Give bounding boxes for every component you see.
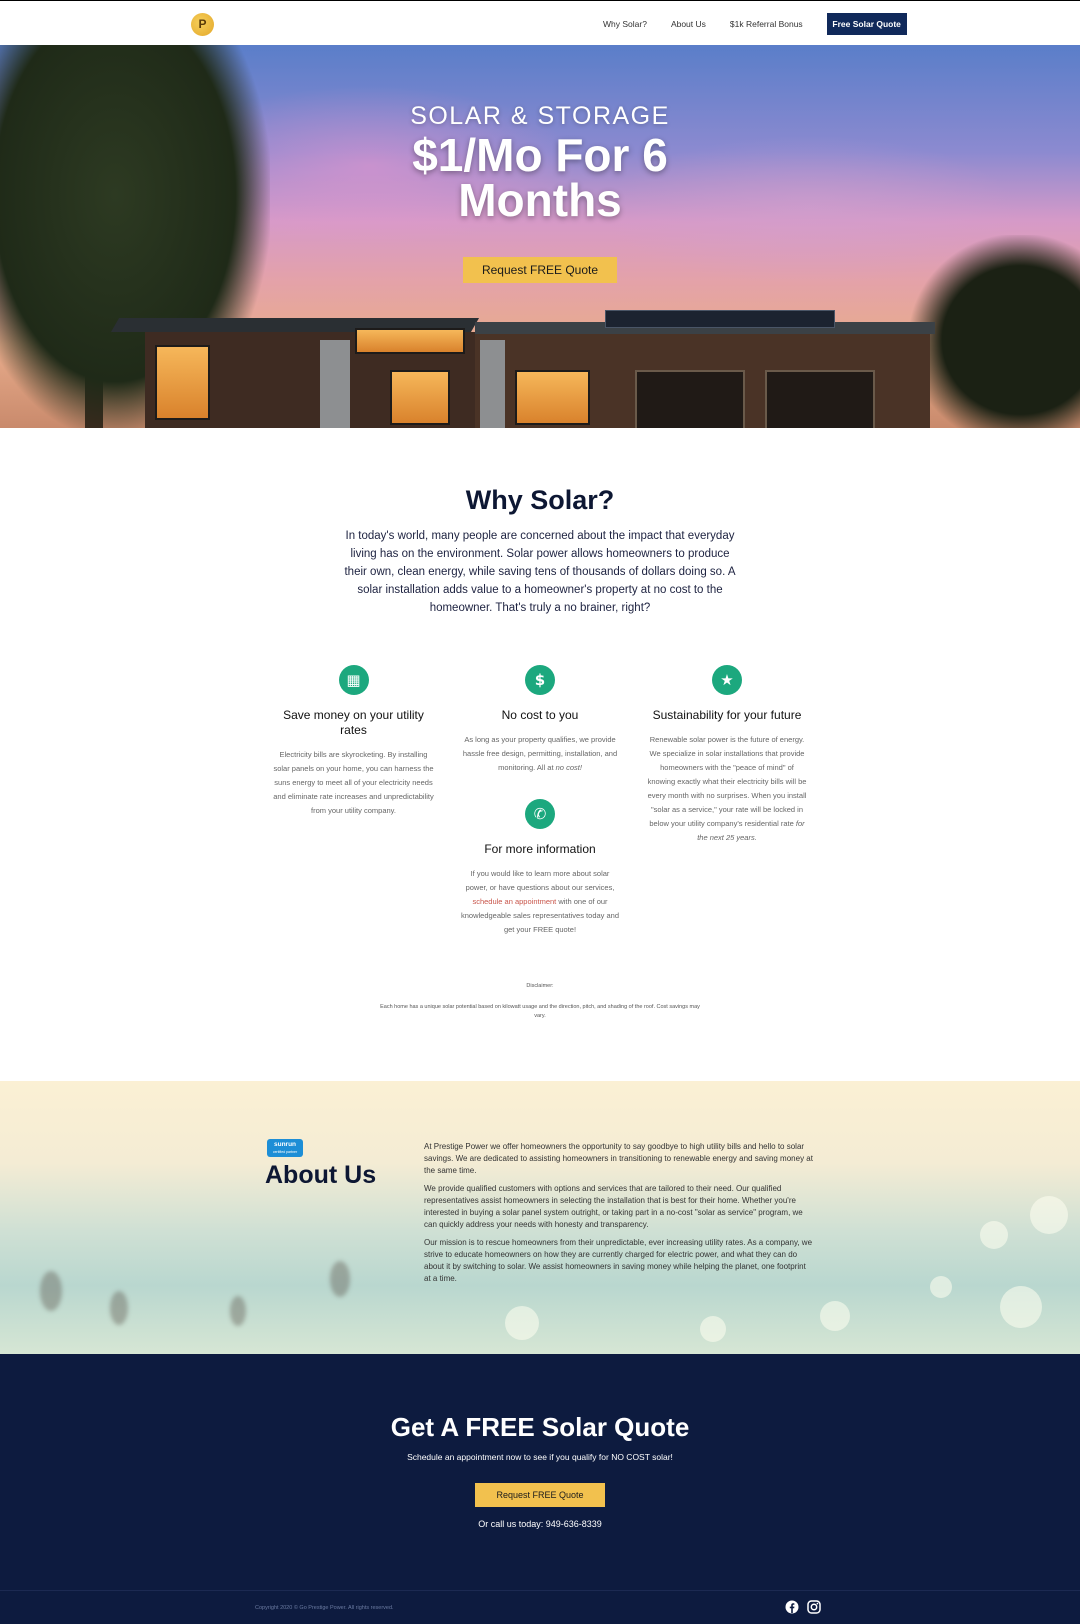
about-paragraph: Our mission is to rescue homeowners from… bbox=[424, 1238, 813, 1283]
hero-tree-right bbox=[910, 235, 1080, 428]
feature-title: For more information bbox=[484, 842, 596, 856]
solar-panels bbox=[605, 310, 835, 328]
nav-links: Why Solar? About Us $1k Referral Bonus F… bbox=[603, 13, 907, 35]
hero-title: $1/Mo For 6 Months bbox=[412, 129, 668, 226]
cta-heading: Get A FREE Solar Quote bbox=[390, 1412, 690, 1442]
cta-phone: Or call us today: 949-636-8339 bbox=[478, 1519, 602, 1529]
nav-link-why-solar[interactable]: Why Solar? bbox=[603, 13, 647, 35]
logo[interactable]: P bbox=[191, 13, 214, 36]
free-solar-quote-button[interactable]: Free Solar Quote bbox=[826, 13, 907, 35]
cta-subtitle: Schedule an appointment now to see if yo… bbox=[407, 1452, 673, 1462]
solar-panel-icon: ▦ bbox=[338, 665, 369, 695]
dollar-icon: $ bbox=[525, 665, 555, 695]
feature-title: No cost to you bbox=[501, 708, 579, 722]
copyright-text: Copyright 2020 © Go Prestige Power. All … bbox=[255, 1605, 394, 1611]
feature-sustainability: ★ Sustainability for your future Renewab… bbox=[646, 665, 808, 845]
feature-text: If you would like to learn more about so… bbox=[460, 869, 620, 934]
sunrun-badge: sunrun certified partner bbox=[267, 1139, 303, 1157]
hero-section: SOLAR & STORAGE $1/Mo For 6 Months Reque… bbox=[0, 45, 1080, 428]
top-nav: P Why Solar? About Us $1k Referral Bonus… bbox=[0, 0, 1080, 45]
why-solar-text: In today's world, many people are concer… bbox=[344, 530, 736, 614]
footer: Copyright 2020 © Go Prestige Power. All … bbox=[0, 1590, 1080, 1624]
feature-title: Sustainability for your future bbox=[652, 708, 802, 722]
cta-request-quote-button[interactable]: Request FREE Quote bbox=[475, 1483, 605, 1507]
quote-cta-section: Get A FREE Solar Quote Schedule an appoi… bbox=[0, 1354, 1080, 1590]
hero-request-quote-button[interactable]: Request FREE Quote bbox=[463, 257, 617, 283]
feature-more-information: ✆ For more information If you would like… bbox=[460, 799, 620, 937]
feature-text: As long as your property qualifies, we p… bbox=[462, 735, 618, 772]
why-solar-heading: Why Solar? bbox=[465, 485, 615, 515]
feature-text: Renewable solar power is the future of e… bbox=[647, 735, 807, 842]
feature-title: Save money on your utility rates bbox=[283, 708, 424, 737]
phone-icon: ✆ bbox=[525, 799, 555, 829]
about-paragraph: We provide qualified customers with opti… bbox=[424, 1184, 803, 1229]
disclaimer-label: Disclaimer: bbox=[526, 983, 554, 989]
hero-house-image bbox=[110, 300, 935, 428]
schedule-appointment-link[interactable]: schedule an appointment bbox=[472, 897, 556, 906]
about-section: sunrun certified partner About Us At Pre… bbox=[0, 1081, 1080, 1354]
feature-text: Electricity bills are skyrocketing. By i… bbox=[273, 750, 434, 815]
feature-no-cost: $ No cost to you As long as your propert… bbox=[460, 665, 620, 775]
about-paragraph: At Prestige Power we offer homeowners th… bbox=[424, 1142, 813, 1175]
star-icon: ★ bbox=[712, 665, 742, 695]
instagram-icon[interactable] bbox=[807, 1600, 821, 1614]
about-us-text: At Prestige Power we offer homeowners th… bbox=[424, 1141, 814, 1291]
nav-link-about-us[interactable]: About Us bbox=[671, 13, 706, 35]
feature-save-money: ▦ Save money on your utility rates Elect… bbox=[271, 665, 436, 818]
nav-link-referral-bonus[interactable]: $1k Referral Bonus bbox=[730, 13, 803, 35]
facebook-icon[interactable] bbox=[785, 1600, 799, 1614]
disclaimer-text: Each home has a unique solar potential b… bbox=[380, 1004, 700, 1019]
about-us-heading: About Us bbox=[265, 1161, 377, 1189]
hero-subtitle: SOLAR & STORAGE bbox=[410, 102, 670, 130]
